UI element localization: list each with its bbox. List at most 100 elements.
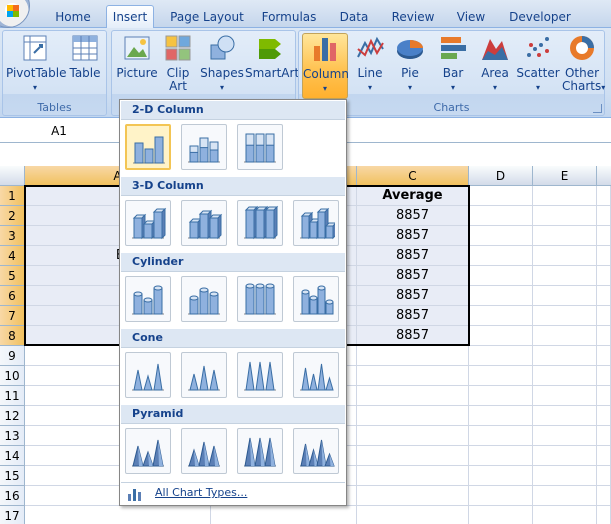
cell-e14[interactable] — [533, 446, 597, 466]
cell-c16[interactable] — [357, 486, 469, 506]
cell-f10[interactable] — [597, 366, 611, 386]
col3d-3d-option[interactable] — [293, 200, 339, 246]
area-chart-button[interactable]: Area ▾ — [476, 33, 514, 94]
pyr-stacked-option[interactable] — [181, 428, 227, 474]
charts-dialog-launcher-icon[interactable] — [593, 104, 602, 113]
cell-e16[interactable] — [533, 486, 597, 506]
cell-d4[interactable] — [469, 246, 533, 266]
cyl-clustered-option[interactable] — [125, 276, 171, 322]
cell-c15[interactable] — [357, 466, 469, 486]
pivottable-button[interactable]: PivotTable ▾ — [6, 33, 67, 94]
row-header-8[interactable]: 8 — [0, 326, 25, 346]
column-header-c[interactable]: C — [357, 166, 469, 186]
cell-c14[interactable] — [357, 446, 469, 466]
pyr-3d-option[interactable] — [293, 428, 339, 474]
cyl-stacked-option[interactable] — [181, 276, 227, 322]
tab-home[interactable]: Home — [52, 8, 94, 28]
cone-3d-option[interactable] — [293, 352, 339, 398]
cell-d9[interactable] — [469, 346, 533, 366]
cell-d16[interactable] — [469, 486, 533, 506]
line-chart-button[interactable]: Line ▾ — [351, 33, 389, 94]
column-header-f[interactable] — [597, 166, 611, 186]
row-header-4[interactable]: 4 — [0, 246, 25, 266]
cell-c2[interactable]: 8857 — [357, 206, 469, 226]
pie-chart-button[interactable]: Pie ▾ — [391, 33, 429, 94]
col3d-stacked-option[interactable] — [181, 200, 227, 246]
col2d-clustered-option[interactable] — [125, 124, 171, 170]
cell-c13[interactable] — [357, 426, 469, 446]
tab-page-layout[interactable]: Page Layout — [168, 8, 246, 28]
tab-formulas[interactable]: Formulas — [257, 8, 321, 28]
row-header-7[interactable]: 7 — [0, 306, 25, 326]
cone-stacked-option[interactable] — [181, 352, 227, 398]
col2d-100-stacked-option[interactable] — [237, 124, 283, 170]
cell-e13[interactable] — [533, 426, 597, 446]
cell-d12[interactable] — [469, 406, 533, 426]
cell-d3[interactable] — [469, 226, 533, 246]
column-header-d[interactable]: D — [469, 166, 533, 186]
tab-review[interactable]: Review — [388, 8, 438, 28]
row-header-3[interactable]: 3 — [0, 226, 25, 246]
cell-f4[interactable] — [597, 246, 611, 266]
column-chart-button[interactable]: Column ▾ — [302, 33, 349, 99]
row-header-2[interactable]: 2 — [0, 206, 25, 226]
cone-100-stacked-option[interactable] — [237, 352, 283, 398]
pyr-100-stacked-option[interactable] — [237, 428, 283, 474]
tab-insert[interactable]: Insert — [106, 5, 154, 29]
cell-d10[interactable] — [469, 366, 533, 386]
corner-select-all[interactable] — [0, 166, 25, 186]
cell-c4[interactable]: 8857 — [357, 246, 469, 266]
cell-d15[interactable] — [469, 466, 533, 486]
cone-clustered-option[interactable] — [125, 352, 171, 398]
row-header-5[interactable]: 5 — [0, 266, 25, 286]
cell-f12[interactable] — [597, 406, 611, 426]
cell-f5[interactable] — [597, 266, 611, 286]
shapes-button[interactable]: Shapes ▾ — [200, 33, 244, 94]
cell-c1[interactable]: Average — [357, 186, 469, 206]
tab-data[interactable]: Data — [336, 8, 372, 28]
cell-c9[interactable] — [357, 346, 469, 366]
all-chart-types-item[interactable]: All Chart Types... — [121, 482, 345, 504]
cell-f15[interactable] — [597, 466, 611, 486]
tab-view[interactable]: View — [452, 8, 490, 28]
cell-f14[interactable] — [597, 446, 611, 466]
cell-e8[interactable] — [533, 326, 597, 346]
row-header-15[interactable]: 15 — [0, 466, 25, 486]
cell-f2[interactable] — [597, 206, 611, 226]
cell-d7[interactable] — [469, 306, 533, 326]
cell-e2[interactable] — [533, 206, 597, 226]
cell-d11[interactable] — [469, 386, 533, 406]
cyl-3d-option[interactable] — [293, 276, 339, 322]
row-header-1[interactable]: 1 — [0, 186, 25, 206]
row-header-11[interactable]: 11 — [0, 386, 25, 406]
cell-c3[interactable]: 8857 — [357, 226, 469, 246]
cell-f11[interactable] — [597, 386, 611, 406]
cell-e6[interactable] — [533, 286, 597, 306]
row-header-13[interactable]: 13 — [0, 426, 25, 446]
row-header-16[interactable]: 16 — [0, 486, 25, 506]
cell-d13[interactable] — [469, 426, 533, 446]
cell-f3[interactable] — [597, 226, 611, 246]
cell-d6[interactable] — [469, 286, 533, 306]
cell-f8[interactable] — [597, 326, 611, 346]
other-charts-button[interactable]: Other Charts▾ — [562, 33, 605, 94]
cell-a17[interactable] — [25, 506, 211, 524]
picture-button[interactable]: Picture — [116, 33, 158, 80]
cell-c17[interactable] — [357, 506, 469, 524]
bar-chart-button[interactable]: Bar ▾ — [434, 33, 472, 94]
tab-developer[interactable]: Developer — [508, 8, 572, 28]
cell-d2[interactable] — [469, 206, 533, 226]
col3d-100-stacked-option[interactable] — [237, 200, 283, 246]
cell-c7[interactable]: 8857 — [357, 306, 469, 326]
cell-e9[interactable] — [533, 346, 597, 366]
cell-c5[interactable]: 8857 — [357, 266, 469, 286]
scatter-chart-button[interactable]: Scatter ▾ — [516, 33, 560, 94]
cell-e3[interactable] — [533, 226, 597, 246]
cell-c10[interactable] — [357, 366, 469, 386]
row-header-10[interactable]: 10 — [0, 366, 25, 386]
cell-d8[interactable] — [469, 326, 533, 346]
cell-e15[interactable] — [533, 466, 597, 486]
smartart-button[interactable]: SmartArt — [245, 33, 299, 80]
table-button[interactable]: Table — [66, 33, 104, 80]
name-box[interactable]: A1 — [4, 121, 114, 141]
